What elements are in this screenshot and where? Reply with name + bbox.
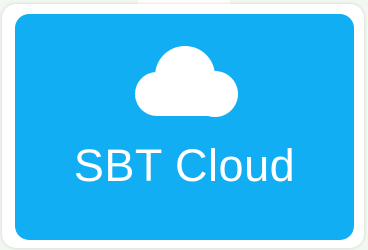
- cloud-icon: [127, 42, 241, 122]
- app-title: SBT Cloud: [73, 140, 296, 191]
- app-tile[interactable]: SBT Cloud: [15, 14, 354, 240]
- app-card[interactable]: SBT Cloud: [2, 4, 364, 248]
